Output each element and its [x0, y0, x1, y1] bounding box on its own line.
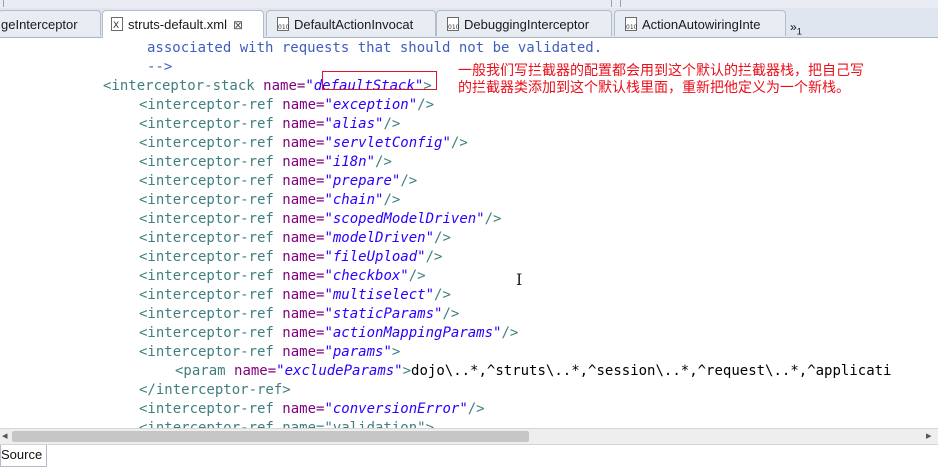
- comment-line: associated with requests that should not…: [147, 40, 603, 56]
- tab-overflow-button[interactable]: »1: [790, 20, 802, 36]
- close-tab-icon[interactable]: ⊠: [233, 18, 243, 32]
- editor-tab-bar: geInterceptor X struts-default.xml ⊠ 010 …: [0, 8, 938, 38]
- default-stack-highlight-box: [322, 71, 437, 90]
- tab-action-autowiring-interceptor[interactable]: 010 ActionAutowiringInte: [614, 10, 786, 36]
- interceptor-ref-validation-partial: <interceptor-ref name="validation">: [139, 420, 435, 428]
- tab-label: struts-default.xml: [128, 17, 227, 32]
- class-file-icon: 010: [447, 17, 460, 31]
- text-cursor-icon: I: [516, 270, 523, 289]
- interceptor-ref-line: <interceptor-ref name="scopedModelDriven…: [139, 211, 502, 227]
- tab-label: ActionAutowiringInte: [642, 17, 761, 32]
- svg-text:010: 010: [448, 24, 459, 31]
- tab-debugging-interceptor[interactable]: 010 DebuggingInterceptor: [436, 10, 612, 36]
- interceptor-ref-line: <interceptor-ref name="fileUpload"/>: [139, 249, 443, 265]
- interceptor-ref-line: <interceptor-ref name="actionMappingPara…: [139, 325, 519, 341]
- horizontal-scrollbar[interactable]: ◂ ▸: [0, 428, 938, 445]
- class-file-icon: 010: [277, 17, 290, 31]
- scroll-left-arrow-icon[interactable]: ◂: [2, 429, 8, 442]
- overflow-chevron-icon: »: [790, 20, 797, 34]
- svg-text:X: X: [113, 21, 119, 31]
- editor-bottom-bar: Source: [0, 444, 938, 472]
- xml-file-icon: X: [111, 17, 123, 31]
- svg-text:010: 010: [278, 24, 289, 31]
- param-exclude-params: <param name="excludeParams">dojo\..*,^st…: [175, 363, 892, 379]
- interceptor-ref-line: <interceptor-ref name="multiselect"/>: [139, 287, 451, 303]
- svg-text:010: 010: [626, 24, 637, 31]
- comment-end-line: -->: [147, 59, 173, 75]
- scrollbar-thumb[interactable]: [12, 431, 529, 442]
- tab-ge-interceptor[interactable]: geInterceptor: [0, 10, 101, 36]
- tab-label: DebuggingInterceptor: [464, 17, 590, 32]
- interceptor-ref-line: <interceptor-ref name="alias"/>: [139, 116, 401, 132]
- tab-source[interactable]: Source: [0, 445, 48, 467]
- tab-label: geInterceptor: [1, 17, 78, 32]
- interceptor-ref-line: <interceptor-ref name="staticParams"/>: [139, 306, 460, 322]
- scroll-right-arrow-icon[interactable]: ▸: [926, 429, 932, 442]
- interceptor-ref-line: <interceptor-ref name="prepare"/>: [139, 173, 418, 189]
- interceptor-ref-line: <interceptor-ref name="i18n"/>: [139, 154, 392, 170]
- class-file-icon: 010: [625, 17, 638, 31]
- interceptor-ref-line: <interceptor-ref name="chain"/>: [139, 192, 401, 208]
- interceptor-ref-params: <interceptor-ref name="params">: [139, 344, 401, 360]
- interceptor-ref-line: <interceptor-ref name="modelDriven"/>: [139, 230, 451, 246]
- tab-label: DefaultActionInvocat: [294, 17, 414, 32]
- tab-default-action-invocation[interactable]: 010 DefaultActionInvocat: [266, 10, 436, 36]
- chinese-annotation: 一般我们写拦截器的配置都会用到这个默认的拦截器栈，把自己写 的拦截器类添加到这个…: [458, 63, 864, 96]
- interceptor-ref-conversion-error: <interceptor-ref name="conversionError"/…: [139, 401, 485, 417]
- tab-struts-default-xml[interactable]: X struts-default.xml ⊠: [102, 10, 264, 38]
- interceptor-ref-end: </interceptor-ref>: [139, 382, 291, 398]
- interceptor-ref-line: <interceptor-ref name="servletConfig"/>: [139, 135, 468, 151]
- interceptor-ref-line: <interceptor-ref name="checkbox"/>: [139, 268, 426, 284]
- xml-source-editor[interactable]: associated with requests that should not…: [0, 38, 938, 428]
- interceptor-ref-line: <interceptor-ref name="exception"/>: [139, 97, 435, 113]
- overflow-count: 1: [796, 26, 802, 37]
